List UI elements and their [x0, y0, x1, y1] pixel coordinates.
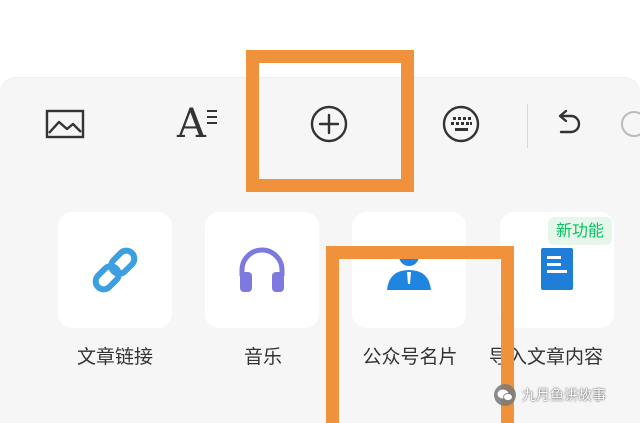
highlight-box-add: [246, 50, 414, 192]
article-link-label: 文章链接: [76, 346, 153, 368]
new-feature-badge: 新功能: [548, 217, 613, 245]
music-button[interactable]: [205, 212, 319, 328]
keyboard-button[interactable]: [434, 78, 488, 170]
undo-button[interactable]: [546, 78, 590, 170]
image-icon: [45, 109, 85, 139]
headphones-icon: [239, 247, 285, 292]
insert-image-button[interactable]: [40, 78, 90, 170]
link-icon: [92, 247, 138, 293]
article-link-button[interactable]: [58, 212, 172, 328]
watermark: 九月鱼讲故事: [494, 383, 606, 407]
music-label: 音乐: [243, 346, 282, 368]
watermark-text: 九月鱼讲故事: [522, 388, 606, 404]
toolbar-divider: [527, 104, 528, 148]
more-tool-button[interactable]: [612, 78, 640, 170]
keyboard-icon: [442, 105, 480, 143]
undo-icon: [558, 109, 581, 134]
document-icon: [541, 248, 573, 290]
text-format-button[interactable]: A: [172, 78, 222, 170]
partial-circle-icon: [621, 111, 640, 137]
wechat-logo-icon: [494, 384, 516, 406]
highlight-box-account-card: [326, 246, 514, 423]
text-format-icon: A: [177, 104, 217, 144]
text-format-glyph: A: [177, 101, 206, 147]
